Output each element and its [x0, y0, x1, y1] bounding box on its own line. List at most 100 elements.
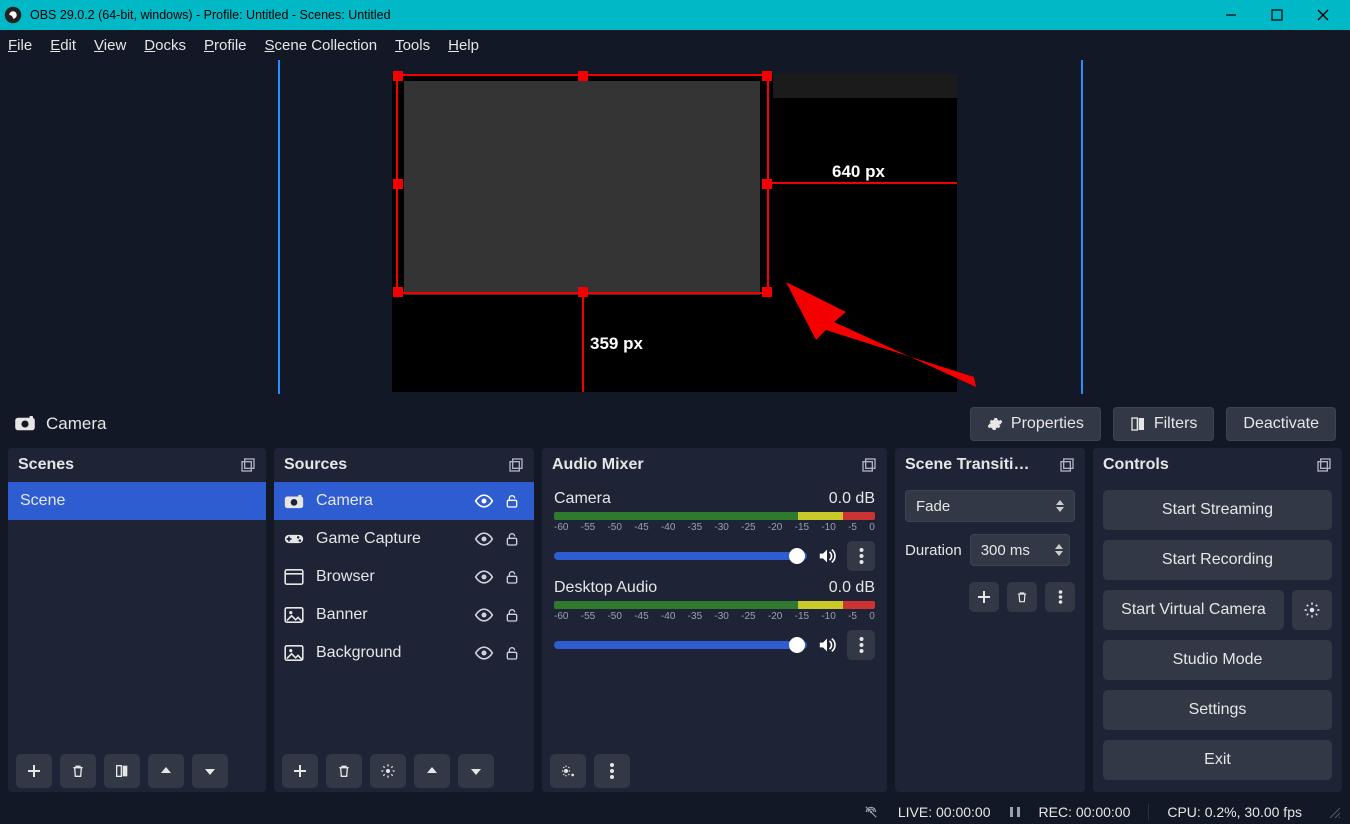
- menu-scene-collection[interactable]: Scene Collection: [265, 37, 378, 54]
- menu-view[interactable]: View: [94, 37, 126, 54]
- lock-toggle-icon[interactable]: [504, 493, 524, 509]
- slider-thumb[interactable]: [789, 637, 805, 653]
- audio-meter: [554, 601, 875, 609]
- audio-meter: [554, 512, 875, 520]
- start-streaming-button[interactable]: Start Streaming: [1103, 490, 1332, 530]
- scene-label: Scene: [20, 492, 65, 510]
- duration-spinbox[interactable]: 300 ms: [970, 534, 1070, 566]
- remove-scene-button[interactable]: [60, 754, 96, 788]
- speaker-icon[interactable]: [817, 548, 837, 564]
- duration-label: Duration: [905, 542, 962, 559]
- visibility-toggle-icon[interactable]: [474, 570, 494, 584]
- resize-grip-icon[interactable]: [1328, 806, 1340, 818]
- visibility-toggle-icon[interactable]: [474, 608, 494, 622]
- popout-icon[interactable]: [508, 457, 524, 473]
- visibility-toggle-icon[interactable]: [474, 494, 494, 508]
- context-source-name: Camera: [46, 414, 106, 434]
- remove-transition-button[interactable]: [1007, 582, 1037, 612]
- browser-icon: [284, 569, 306, 585]
- speaker-icon[interactable]: [817, 637, 837, 653]
- source-item[interactable]: Game Capture: [274, 520, 534, 558]
- popout-icon[interactable]: [1316, 457, 1332, 473]
- popout-icon[interactable]: [1059, 457, 1075, 473]
- window-close-button[interactable]: [1300, 0, 1346, 30]
- menu-tools[interactable]: Tools: [395, 37, 430, 54]
- volume-slider[interactable]: [554, 641, 807, 649]
- meter-ticks: -60-55-50-45-40-35-30-25-20-15-10-50: [554, 611, 875, 622]
- preview-guide-left: [278, 60, 280, 394]
- image-icon: [284, 607, 306, 623]
- transition-select[interactable]: Fade: [905, 490, 1075, 522]
- resize-handle-ml[interactable]: [393, 179, 403, 189]
- transition-menu-button[interactable]: [1045, 582, 1075, 612]
- source-item[interactable]: Camera: [274, 482, 534, 520]
- window-minimize-button[interactable]: [1208, 0, 1254, 30]
- add-transition-button[interactable]: [969, 582, 999, 612]
- popout-icon[interactable]: [240, 457, 256, 473]
- lock-toggle-icon[interactable]: [504, 607, 524, 623]
- duration-value: 300 ms: [981, 542, 1030, 559]
- remove-source-button[interactable]: [326, 754, 362, 788]
- preview-canvas[interactable]: 640 px 359 px: [392, 74, 957, 392]
- meter-ticks: -60-55-50-45-40-35-30-25-20-15-10-50: [554, 522, 875, 533]
- lock-toggle-icon[interactable]: [504, 531, 524, 547]
- menu-docks[interactable]: Docks: [144, 37, 186, 54]
- menu-help[interactable]: Help: [448, 37, 479, 54]
- scene-filters-button[interactable]: [104, 754, 140, 788]
- source-label: Camera: [316, 492, 464, 510]
- pause-icon: [1009, 806, 1021, 818]
- annotation-arrow-icon: [786, 282, 986, 392]
- resize-handle-br[interactable]: [762, 287, 772, 297]
- properties-button[interactable]: Properties: [970, 407, 1101, 441]
- preview-area[interactable]: 640 px 359 px: [0, 60, 1350, 400]
- mixer-menu-button[interactable]: [594, 754, 630, 788]
- source-properties-button[interactable]: [370, 754, 406, 788]
- start-virtual-camera-button[interactable]: Start Virtual Camera: [1103, 590, 1284, 630]
- context-toolbar: Camera Properties Filters Deactivate: [0, 400, 1350, 448]
- lock-toggle-icon[interactable]: [504, 569, 524, 585]
- start-recording-button[interactable]: Start Recording: [1103, 540, 1332, 580]
- add-source-button[interactable]: [282, 754, 318, 788]
- lock-toggle-icon[interactable]: [504, 645, 524, 661]
- virtual-camera-settings-button[interactable]: [1292, 590, 1332, 630]
- studio-mode-button[interactable]: Studio Mode: [1103, 640, 1332, 680]
- mixer-advanced-button[interactable]: [550, 754, 586, 788]
- sources-list: Camera Game CaptureBrowserBannerBackgroun…: [274, 482, 534, 750]
- filters-button[interactable]: Filters: [1113, 407, 1215, 441]
- spin-buttons[interactable]: [1055, 544, 1063, 556]
- move-scene-down-button[interactable]: [192, 754, 228, 788]
- move-scene-up-button[interactable]: [148, 754, 184, 788]
- move-source-down-button[interactable]: [458, 754, 494, 788]
- popout-icon[interactable]: [861, 457, 877, 473]
- resize-handle-tm[interactable]: [578, 71, 588, 81]
- sources-panel: Sources CameraGame CaptureBrowserBannerB…: [274, 448, 534, 792]
- source-item[interactable]: Banner: [274, 596, 534, 634]
- scene-item[interactable]: Scene: [8, 482, 266, 520]
- resize-handle-tl[interactable]: [393, 71, 403, 81]
- resize-handle-tr[interactable]: [762, 71, 772, 81]
- menu-file[interactable]: File: [8, 37, 32, 54]
- resize-handle-mr[interactable]: [762, 179, 772, 189]
- dimension-width-label: 640 px: [832, 162, 885, 182]
- menu-edit[interactable]: Edit: [50, 37, 76, 54]
- statusbar: LIVE: 00:00:00 REC: 00:00:00 CPU: 0.2%, …: [0, 800, 1350, 824]
- source-item[interactable]: Browser: [274, 558, 534, 596]
- source-item[interactable]: Background: [274, 634, 534, 672]
- visibility-toggle-icon[interactable]: [474, 646, 494, 660]
- visibility-toggle-icon[interactable]: [474, 532, 494, 546]
- add-scene-button[interactable]: [16, 754, 52, 788]
- move-source-up-button[interactable]: [414, 754, 450, 788]
- deactivate-button[interactable]: Deactivate: [1226, 407, 1336, 441]
- volume-slider[interactable]: [554, 552, 807, 560]
- settings-button[interactable]: Settings: [1103, 690, 1332, 730]
- source-preview-camera[interactable]: [404, 81, 760, 295]
- exit-button[interactable]: Exit: [1103, 740, 1332, 780]
- resize-handle-bl[interactable]: [393, 287, 403, 297]
- slider-thumb[interactable]: [789, 548, 805, 564]
- channel-menu-button[interactable]: [847, 541, 875, 571]
- menu-profile[interactable]: Profile: [204, 37, 247, 54]
- transitions-panel: Scene Transiti… Fade Duration 300 ms: [895, 448, 1085, 792]
- window-maximize-button[interactable]: [1254, 0, 1300, 30]
- panels-row: Scenes Scene Sources CameraGame CaptureB…: [0, 448, 1350, 800]
- channel-menu-button[interactable]: [847, 630, 875, 660]
